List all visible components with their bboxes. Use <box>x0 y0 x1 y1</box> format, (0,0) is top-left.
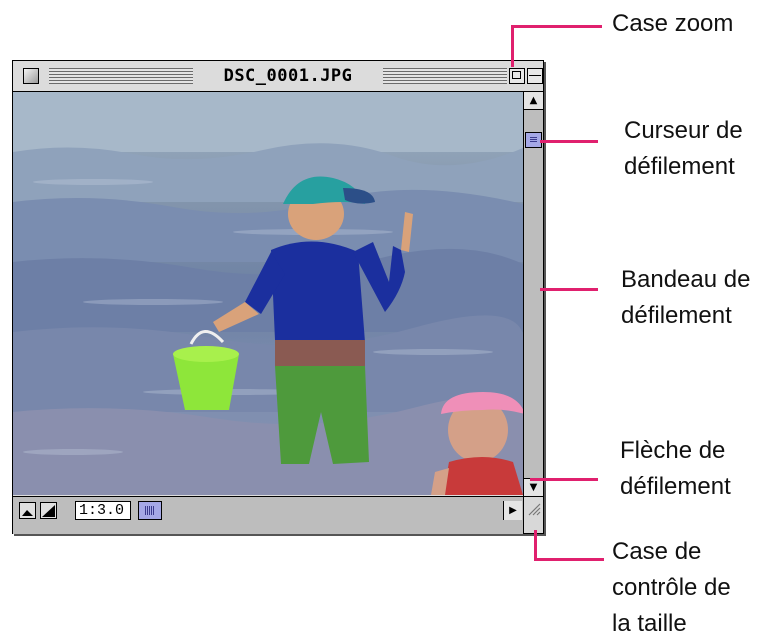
zoom-level-field[interactable]: 1:3.0 <box>75 501 131 520</box>
collapse-box-icon[interactable] <box>527 68 543 84</box>
callout-text: Curseur de <box>624 117 743 144</box>
callout-scroll-arrow: Flèche de défilement <box>620 433 731 505</box>
mountain-small-icon <box>22 510 33 516</box>
arrow-down-icon: ▼ <box>529 482 538 493</box>
callout-text: Flèche de <box>620 437 726 464</box>
zoom-box-icon[interactable] <box>509 68 525 84</box>
callout-text: défilement <box>621 302 732 329</box>
callout-size-box: Case de contrôle de la taille <box>612 534 731 642</box>
beach-photo <box>13 92 523 495</box>
callout-line-zoom <box>511 25 514 67</box>
title-bar[interactable]: DSC_0001.JPG <box>13 61 543 92</box>
callout-line-track <box>540 288 598 291</box>
callout-line-size <box>534 558 604 561</box>
size-box[interactable] <box>523 496 543 533</box>
callout-text: contrôle de <box>612 574 731 601</box>
callout-zoom-box: Case zoom <box>612 6 733 42</box>
arrow-up-icon: ▲ <box>529 95 538 106</box>
arrow-right-icon: ▶ <box>509 505 517 516</box>
photo-view <box>13 92 523 495</box>
title-stripes <box>383 68 507 84</box>
bottom-bar: 1:3.0 ▶ <box>13 496 523 534</box>
mountain-large-icon <box>42 505 55 517</box>
callout-line-thumb <box>540 140 598 143</box>
callout-scroll-thumb: Curseur de défilement <box>624 113 743 185</box>
scroll-right-button[interactable]: ▶ <box>503 501 522 520</box>
window-title: DSC_0001.JPG <box>193 64 383 88</box>
scroll-up-button[interactable]: ▲ <box>524 92 543 110</box>
callout-text: défilement <box>620 473 731 500</box>
zoom-out-button[interactable] <box>19 502 36 519</box>
resize-grip-icon <box>528 503 541 516</box>
vertical-scrollbar[interactable]: ▲ ▼ <box>523 92 543 496</box>
callout-text: la taille <box>612 610 687 637</box>
callout-line-size <box>534 530 537 560</box>
callout-line-arrow <box>530 478 598 481</box>
callout-scroll-track: Bandeau de défilement <box>621 262 750 334</box>
callout-text: Bandeau de <box>621 266 751 293</box>
callout-text: Case de <box>612 538 702 565</box>
zoom-in-button[interactable] <box>40 502 57 519</box>
callout-text: défilement <box>624 153 735 180</box>
title-stripes <box>49 68 193 84</box>
close-box-icon[interactable] <box>23 68 39 84</box>
callout-line-zoom <box>512 25 602 28</box>
image-window: DSC_0001.JPG ▲ ▼ 1:3.0 ▶ <box>12 60 544 534</box>
callout-text: Case zoom <box>612 10 734 37</box>
horizontal-scroll-thumb[interactable] <box>138 501 162 520</box>
